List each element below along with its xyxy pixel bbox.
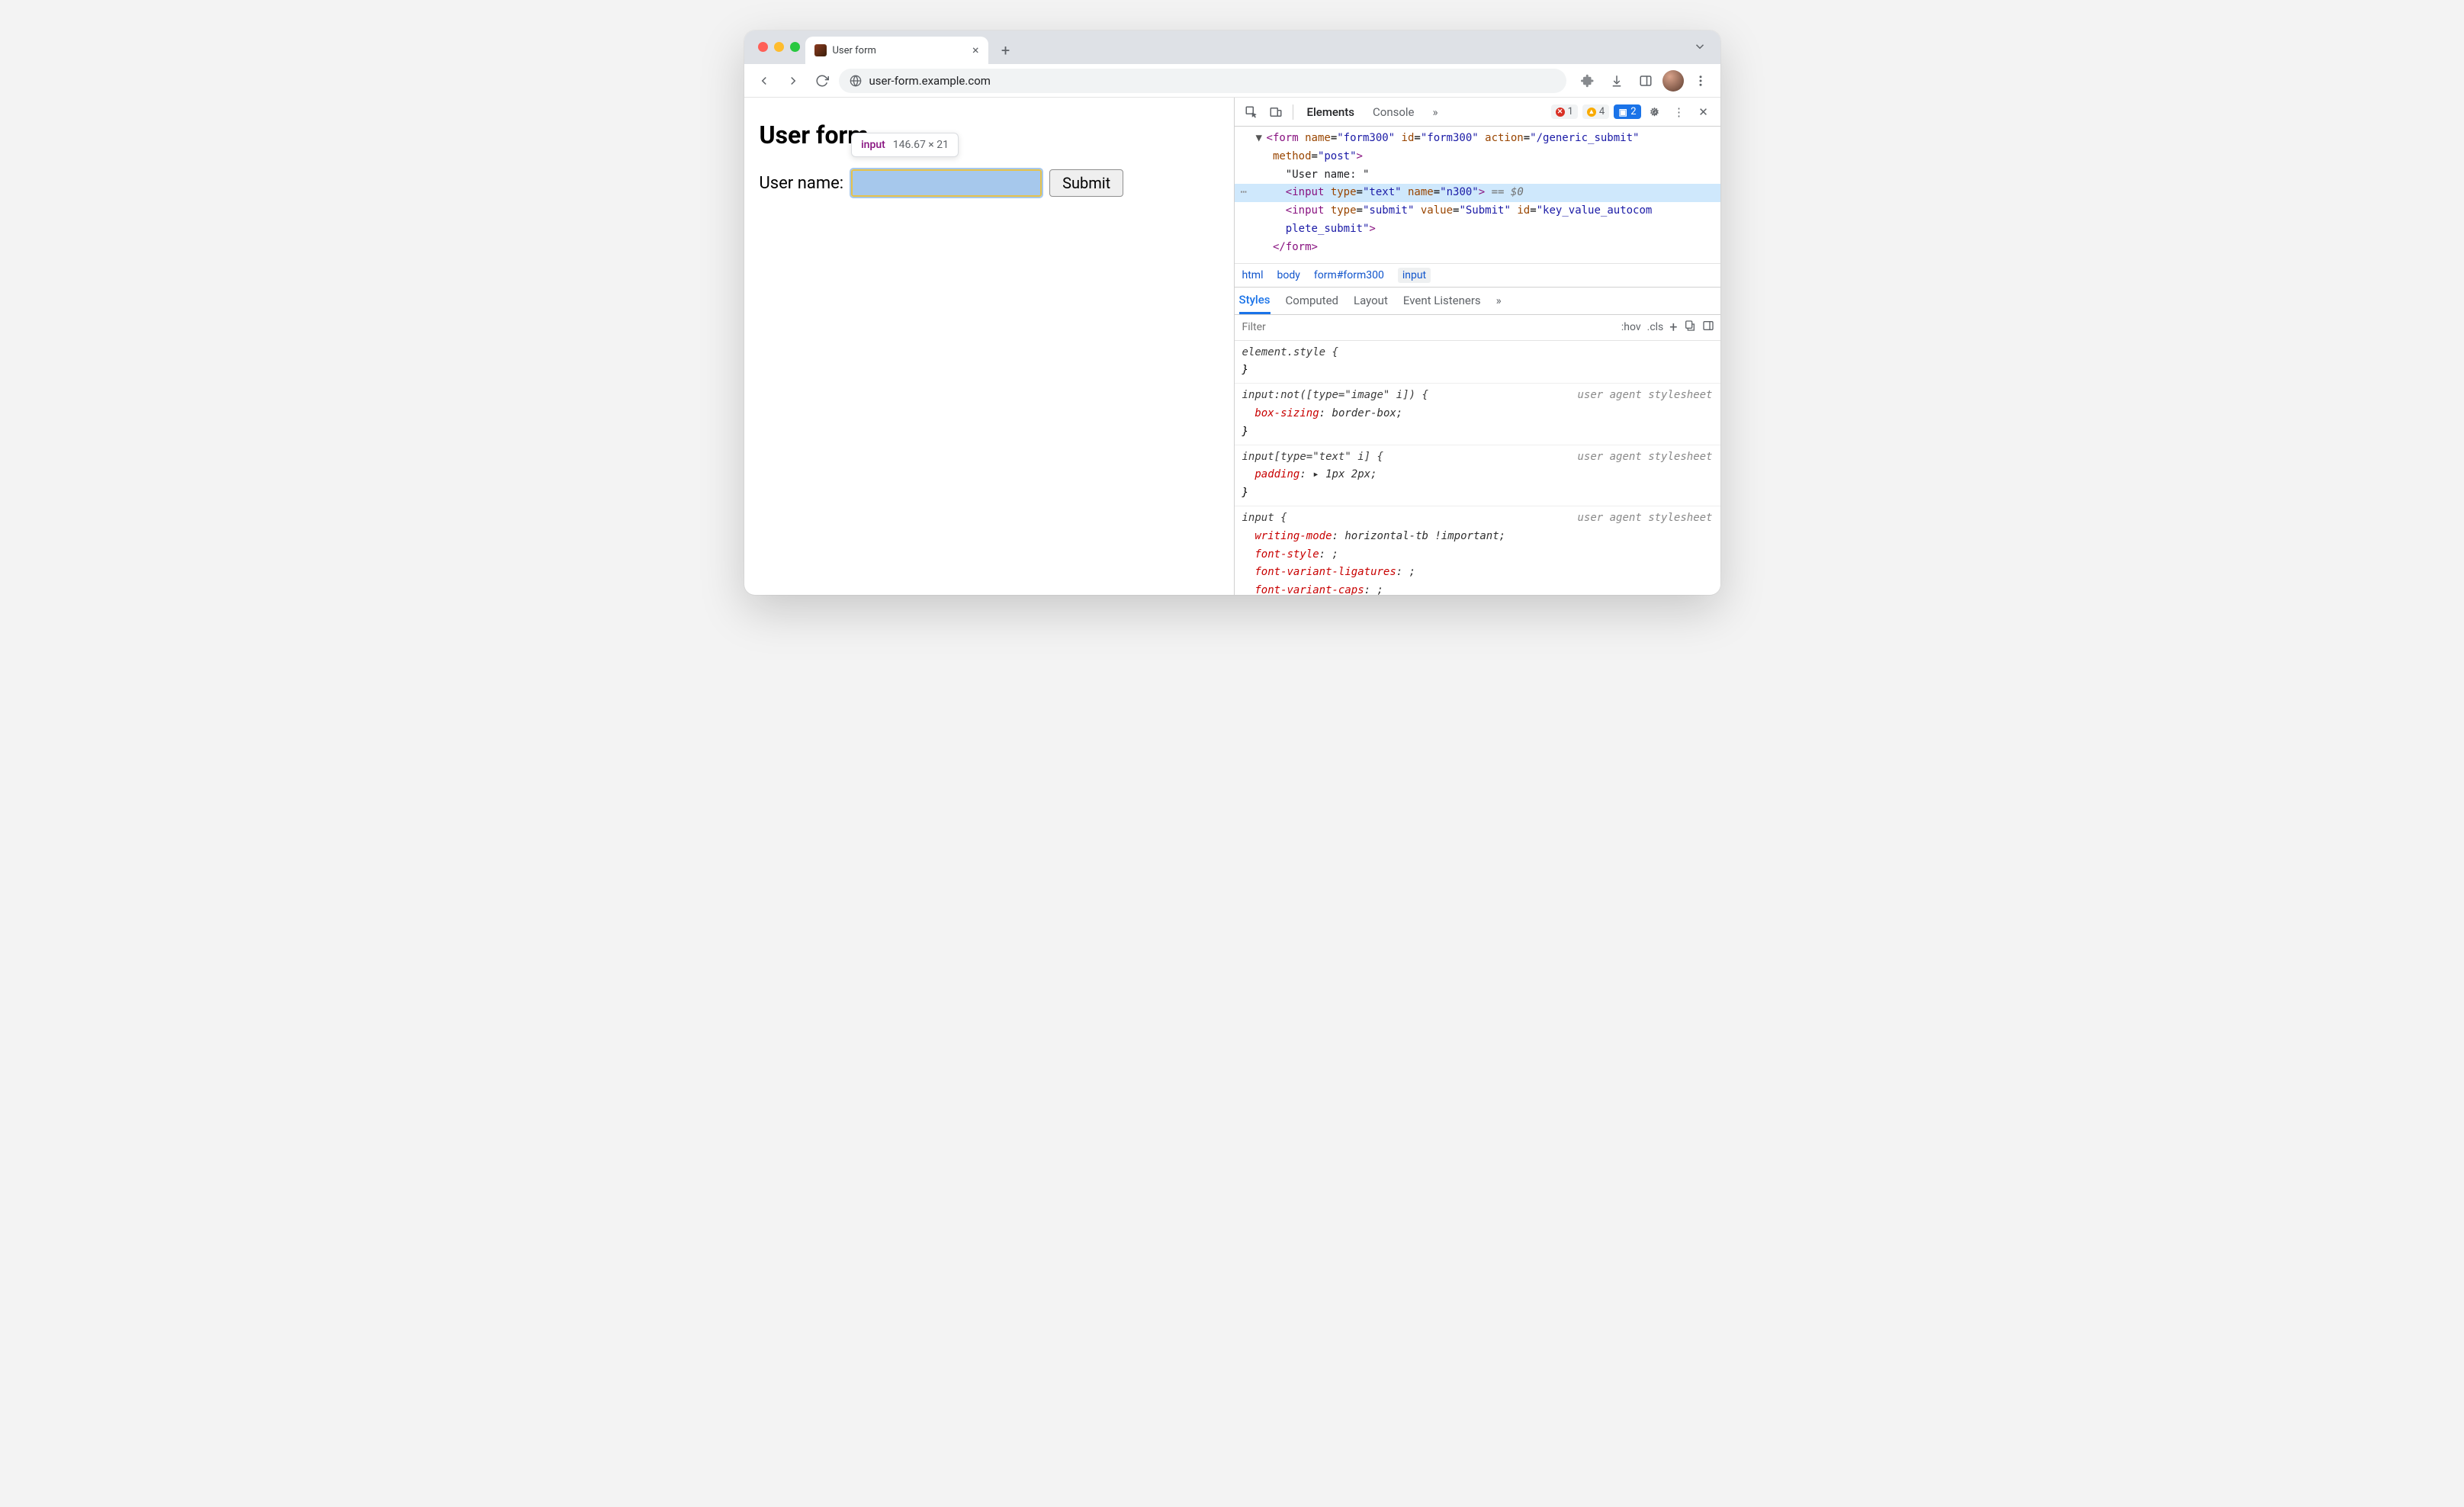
dom-tree[interactable]: ▼<form name="form300" id="form300" actio… (1235, 127, 1720, 263)
crumb-body[interactable]: body (1277, 269, 1299, 281)
styles-filter-input[interactable] (1241, 320, 1615, 334)
address-bar[interactable]: user-form.example.com (839, 69, 1566, 93)
globe-icon (850, 75, 862, 87)
inspect-element-button[interactable] (1241, 101, 1262, 123)
window-minimize-button[interactable] (774, 42, 784, 52)
devtools-tabs-overflow[interactable]: » (1425, 98, 1446, 126)
extensions-button[interactable] (1576, 69, 1600, 93)
browser-toolbar: user-form.example.com (744, 64, 1720, 98)
username-label: User name: (760, 174, 844, 193)
page-content: User form User name: input 146.67 × 21 S… (744, 98, 1234, 595)
side-panel-button[interactable] (1634, 69, 1658, 93)
submit-button[interactable]: Submit (1049, 169, 1123, 197)
tab-title: User form (833, 45, 966, 56)
devtools-menu-button[interactable]: ⋮ (1669, 101, 1690, 123)
back-button[interactable] (752, 69, 776, 93)
devtools-tab-elements[interactable]: Elements (1299, 98, 1363, 126)
tab-strip: User form × + (744, 31, 1720, 64)
browser-tab[interactable]: User form × (805, 37, 988, 64)
crumb-form[interactable]: form#form300 (1314, 269, 1384, 281)
devtools-close-button[interactable]: ✕ (1693, 101, 1714, 123)
page-heading: User form (760, 120, 1219, 149)
tooltip-tagname: input (861, 139, 885, 151)
styles-tab-event-listeners[interactable]: Event Listeners (1403, 288, 1481, 314)
crumb-html[interactable]: html (1242, 269, 1264, 281)
styles-rules[interactable]: element.style { } user agent stylesheet … (1235, 341, 1720, 595)
devtools-toolbar: Elements Console » ✕1 ▲4 ▣2 ⚙ ⋮ ✕ (1235, 98, 1720, 127)
styles-tab-bar: Styles Computed Layout Event Listeners » (1235, 288, 1720, 315)
window-maximize-button[interactable] (790, 42, 800, 52)
inspect-tooltip: input 146.67 × 21 (851, 133, 959, 157)
paint-flashing-button[interactable] (1684, 320, 1696, 335)
tab-overflow-button[interactable] (1693, 40, 1707, 56)
styles-tab-styles[interactable]: Styles (1239, 288, 1271, 314)
favicon-icon (814, 44, 827, 56)
hov-toggle[interactable]: :hov (1621, 321, 1641, 333)
crumb-input[interactable]: input (1398, 268, 1431, 283)
devtools-settings-button[interactable]: ⚙ (1644, 101, 1666, 123)
profile-avatar[interactable] (1662, 70, 1684, 92)
error-count-badge[interactable]: ✕1 (1551, 104, 1578, 119)
dom-breadcrumb[interactable]: html body form#form300 input (1235, 263, 1720, 288)
browser-menu-button[interactable] (1688, 69, 1713, 93)
dom-selected-node[interactable]: <input type="text" name="n300"> == $0 (1235, 184, 1720, 202)
tab-close-button[interactable]: × (972, 44, 979, 56)
new-tab-button[interactable]: + (994, 39, 1017, 62)
window-close-button[interactable] (758, 42, 768, 52)
styles-tabs-overflow[interactable]: » (1496, 288, 1502, 314)
window-controls (758, 42, 800, 52)
issues-count-badge[interactable]: ▣2 (1614, 104, 1640, 119)
tooltip-dimensions: 146.67 × 21 (893, 139, 949, 151)
devtools-tab-console[interactable]: Console (1365, 98, 1422, 126)
downloads-button[interactable] (1605, 69, 1629, 93)
styles-tab-layout[interactable]: Layout (1354, 288, 1388, 314)
reload-button[interactable] (810, 69, 834, 93)
styles-tab-computed[interactable]: Computed (1286, 288, 1339, 314)
devtools-panel: Elements Console » ✕1 ▲4 ▣2 ⚙ ⋮ ✕ ▼<form… (1234, 98, 1720, 595)
styles-toolbar: :hov .cls + (1235, 315, 1720, 341)
warning-count-badge[interactable]: ▲4 (1582, 104, 1609, 119)
device-toolbar-button[interactable] (1265, 101, 1287, 123)
cls-toggle[interactable]: .cls (1647, 321, 1664, 333)
toggle-sidebar-button[interactable] (1702, 320, 1714, 335)
browser-window: User form × + user-form.example.com (744, 31, 1720, 595)
url-text: user-form.example.com (869, 74, 991, 88)
username-input[interactable] (851, 169, 1042, 197)
new-style-rule-button[interactable]: + (1669, 320, 1677, 336)
forward-button[interactable] (781, 69, 805, 93)
